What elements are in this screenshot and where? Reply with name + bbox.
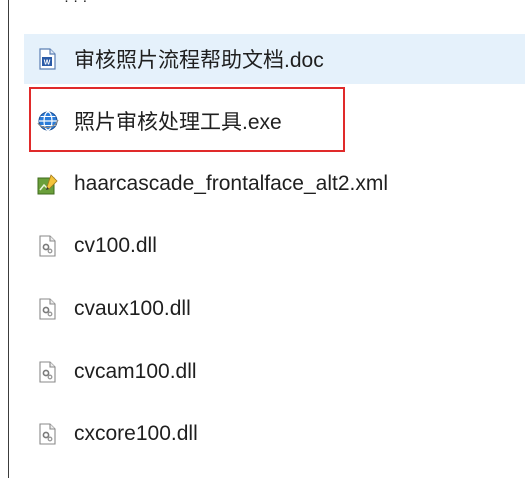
file-row-doc[interactable]: W 审核照片流程帮助文档.doc <box>24 34 525 84</box>
dll-gear-icon <box>37 298 57 320</box>
file-name: 照片审核处理工具.exe <box>74 111 282 134</box>
file-name: cv100.dll <box>74 234 157 257</box>
partially-visible-row: · · · <box>64 0 88 9</box>
window-left-border <box>8 0 9 478</box>
globe-exe-icon <box>37 110 59 132</box>
word-doc-icon: W <box>37 48 57 70</box>
file-row-xml[interactable]: haarcascade_frontalface_alt2.xml <box>24 159 525 209</box>
file-row-exe[interactable]: 照片审核处理工具.exe <box>24 96 525 146</box>
file-name: 审核照片流程帮助文档.doc <box>74 49 324 72</box>
dll-gear-icon <box>37 423 57 445</box>
file-row-dll[interactable]: cxcore100.dll <box>24 409 525 459</box>
file-row-dll[interactable]: cv100.dll <box>24 221 525 271</box>
dll-gear-icon <box>37 361 57 383</box>
file-name: cxcore100.dll <box>74 422 198 445</box>
file-row-dll[interactable]: cvcam100.dll <box>24 347 525 397</box>
file-name: cvaux100.dll <box>74 297 191 320</box>
dll-gear-icon <box>37 235 57 257</box>
file-row-dll[interactable]: cvaux100.dll <box>24 284 525 334</box>
xml-file-icon <box>37 173 58 195</box>
file-name: cvcam100.dll <box>74 360 197 383</box>
svg-text:W: W <box>44 60 51 67</box>
file-name: haarcascade_frontalface_alt2.xml <box>74 172 389 195</box>
